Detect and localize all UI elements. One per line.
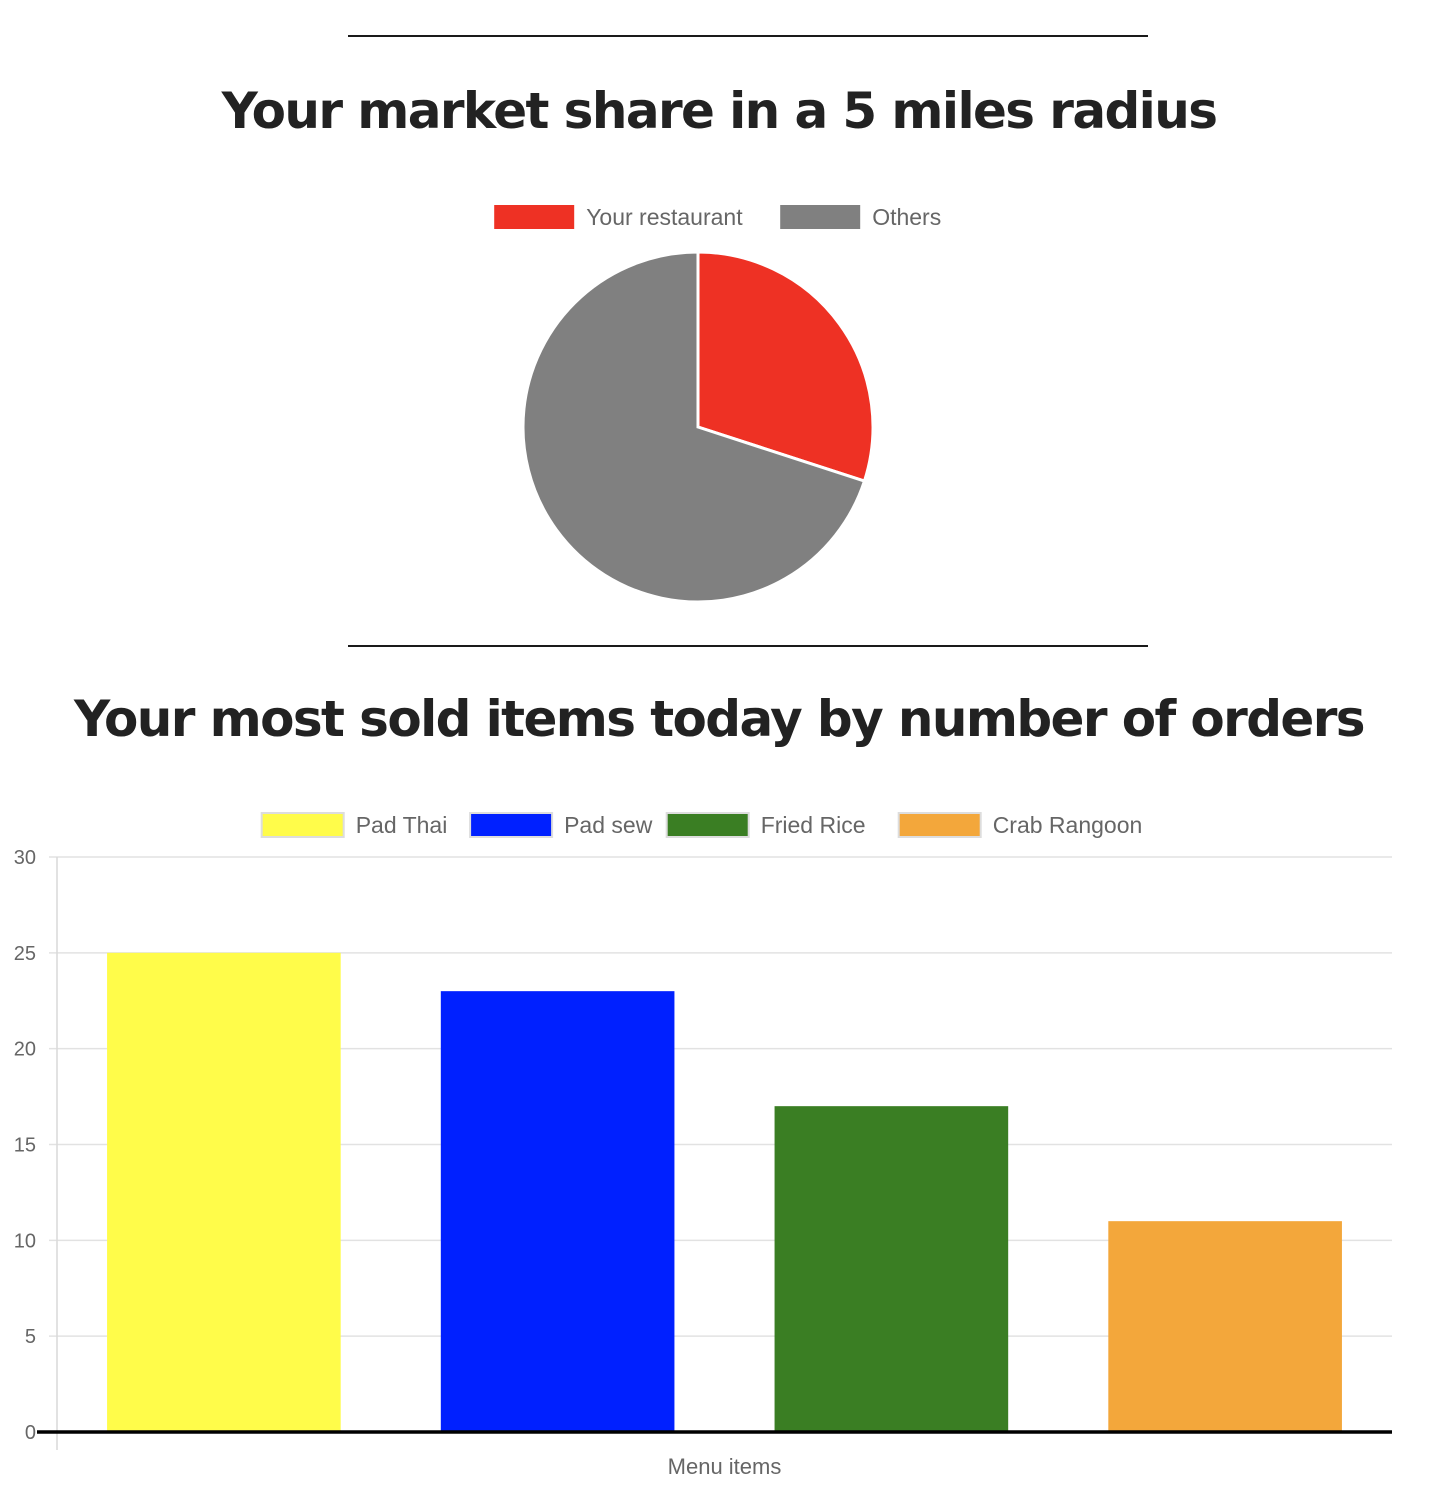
pie-legend-label-your-restaurant[interactable]: Your restaurant <box>586 204 743 230</box>
bar-legend-label-crab-rangoon[interactable]: Crab Rangoon <box>993 812 1143 838</box>
bar-legend-swatch-fried-rice[interactable] <box>665 812 750 838</box>
charts-canvas: Your restaurant Others Pad Thai Pad sew Fri… <box>14 204 1392 1479</box>
pie-legend-swatch-your-restaurant[interactable] <box>494 205 575 229</box>
bar-legend-swatch-pad-sew[interactable] <box>469 812 554 838</box>
y-tick-label-30: 30 <box>14 847 36 869</box>
bar-fried-rice[interactable] <box>774 1106 1009 1432</box>
y-tick-label-5: 5 <box>25 1326 36 1348</box>
bar-legend-label-pad-thai[interactable]: Pad Thai <box>356 812 448 838</box>
pie-legend: Your restaurant Others <box>494 204 941 230</box>
bar-pad-sew[interactable] <box>440 991 675 1432</box>
pie-legend-swatch-others[interactable] <box>780 205 861 229</box>
bar-legend-swatch-crab-rangoon[interactable] <box>897 812 982 838</box>
pie-legend-label-others[interactable]: Others <box>872 204 941 230</box>
y-tick-label-15: 15 <box>14 1135 36 1157</box>
bar-legend-label-fried-rice[interactable]: Fried Rice <box>761 812 866 838</box>
bar-crab-rangoon[interactable] <box>1108 1221 1342 1432</box>
bar-legend-label-pad-sew[interactable]: Pad sew <box>564 812 653 838</box>
bar-pad-thai[interactable] <box>107 952 341 1432</box>
bar-legend: Pad Thai Pad sew Fried Rice Crab Rangoon <box>260 812 1143 838</box>
x-axis-title: Menu items <box>668 1454 782 1479</box>
bar-legend-swatch-pad-thai[interactable] <box>260 812 345 838</box>
y-tick-label-10: 10 <box>14 1230 36 1252</box>
y-tick-label-25: 25 <box>14 943 36 965</box>
bar-chart <box>107 952 1342 1432</box>
y-tick-label-0: 0 <box>25 1422 36 1444</box>
pie-chart <box>521 250 875 604</box>
y-tick-label-20: 20 <box>14 1039 36 1061</box>
